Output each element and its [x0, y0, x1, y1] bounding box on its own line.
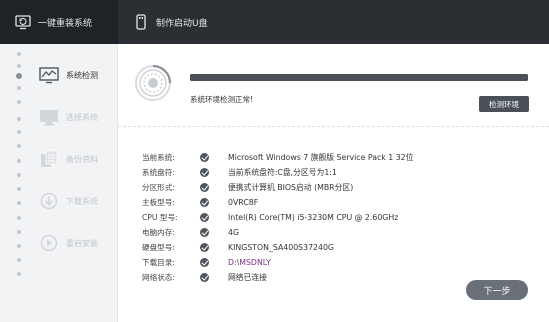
- top-bar: 一键重装系统 制作启动U盘: [0, 0, 549, 44]
- timeline-dot: [17, 117, 21, 121]
- timeline-dot: [17, 130, 21, 134]
- timeline-dot: [17, 173, 21, 177]
- info-value: 4G: [228, 227, 240, 237]
- section-divider: [118, 126, 549, 127]
- check-ok-icon: [200, 272, 209, 282]
- timeline-dot: [17, 187, 21, 191]
- sidebar-step-backup[interactable]: 备份资料: [38, 148, 98, 170]
- timeline-dot-current: [16, 73, 22, 79]
- info-value: 0VRC8F: [228, 197, 259, 207]
- info-row-network: 网络状态: 网络已连接: [142, 270, 267, 284]
- restart-icon: [38, 234, 60, 252]
- timeline-dot: [17, 272, 21, 276]
- info-value: 网络已连接: [228, 272, 267, 282]
- next-step-button[interactable]: 下一步: [466, 280, 528, 300]
- sidebar: 系统检测 选择系统 备份资料 下载系统 重启安装: [0, 44, 118, 322]
- tab-usb-label: 制作启动U盘: [156, 18, 208, 29]
- check-ok-icon: [200, 167, 209, 177]
- timeline-dot: [17, 64, 21, 68]
- sidebar-step-label: 选择系统: [66, 112, 98, 122]
- info-key: 网络状态:: [142, 272, 175, 282]
- download-dir-link[interactable]: D:\MSDNLY: [228, 258, 271, 267]
- info-value: 便携式计算机 BIOS启动 (MBR分区): [228, 182, 354, 192]
- monitor-restore-icon: [14, 13, 32, 31]
- timeline-dot: [17, 144, 21, 148]
- info-value: 当前系统盘符:C盘,分区号为1:1: [228, 167, 337, 177]
- check-ok-icon: [200, 152, 209, 162]
- timeline-dot: [17, 244, 21, 248]
- info-key: 硬盘型号:: [142, 242, 175, 252]
- check-ok-icon: [200, 182, 209, 192]
- info-key: 电脑内存:: [142, 227, 175, 237]
- tab-reinstall-system[interactable]: 一键重装系统: [0, 0, 118, 44]
- download-icon: [38, 192, 60, 210]
- check-ok-icon: [200, 212, 209, 222]
- documents-icon: [38, 150, 60, 168]
- info-value: Intel(R) Core(TM) i5-3230M CPU @ 2.60GHz: [228, 212, 399, 222]
- info-key: 下载目录:: [142, 257, 175, 267]
- usb-drive-icon: [132, 13, 150, 31]
- info-key: 主板型号:: [142, 197, 175, 207]
- monitor-chart-icon: [38, 66, 60, 84]
- desktop-icon: [38, 108, 60, 126]
- check-environment-button[interactable]: 检测环境: [479, 96, 529, 112]
- sidebar-step-label: 重启安装: [66, 238, 98, 248]
- tab-make-usb[interactable]: 制作启动U盘: [132, 0, 262, 44]
- main-panel: 系统环境检测正常! 检测环境 当前系统: Microsoft Windows 7…: [118, 44, 549, 322]
- info-value: KINGSTON_SA400S37240G: [228, 242, 334, 252]
- detection-progress-fill: [190, 74, 528, 81]
- sidebar-step-download[interactable]: 下载系统: [38, 190, 98, 212]
- info-key: 当前系统:: [142, 152, 175, 162]
- info-key: CPU 型号:: [142, 212, 178, 222]
- sidebar-step-select-system[interactable]: 选择系统: [38, 106, 98, 128]
- check-ok-icon: [200, 227, 209, 237]
- timeline-dot: [17, 201, 21, 205]
- sidebar-step-system-check[interactable]: 系统检测: [38, 64, 98, 86]
- scan-progress-icon: [134, 64, 172, 102]
- timeline-dot: [17, 230, 21, 234]
- tab-reinstall-label: 一键重装系统: [38, 18, 93, 29]
- info-row-disk: 硬盘型号: KINGSTON_SA400S37240G: [142, 240, 334, 254]
- info-key: 分区形式:: [142, 182, 175, 192]
- check-ok-icon: [200, 197, 209, 207]
- sidebar-step-label: 系统检测: [66, 70, 98, 80]
- sidebar-step-label: 备份资料: [66, 154, 98, 164]
- detection-progress-bar: [190, 74, 528, 81]
- info-row-partition-type: 分区形式: 便携式计算机 BIOS启动 (MBR分区): [142, 180, 353, 194]
- info-key: 系统盘符:: [142, 167, 175, 177]
- environment-status-text: 系统环境检测正常!: [190, 95, 254, 104]
- timeline-dot: [17, 86, 21, 90]
- info-row-current-system: 当前系统: Microsoft Windows 7 旗舰版 Service Pa…: [142, 150, 413, 164]
- sidebar-step-label: 下载系统: [66, 196, 98, 206]
- check-ok-icon: [200, 242, 209, 252]
- sidebar-step-restart-install[interactable]: 重启安装: [38, 232, 98, 254]
- timeline-dot: [17, 216, 21, 220]
- timeline-dot: [17, 258, 21, 262]
- info-value: Microsoft Windows 7 旗舰版 Service Pack 1 3…: [228, 152, 414, 162]
- info-row-download-dir: 下载目录: D:\MSDNLY: [142, 255, 271, 269]
- info-row-motherboard: 主板型号: 0VRC8F: [142, 195, 258, 209]
- timeline-dot: [17, 100, 21, 104]
- timeline-dot: [17, 159, 21, 163]
- timeline-dot: [17, 52, 21, 56]
- check-ok-icon: [200, 257, 209, 267]
- info-row-cpu: CPU 型号: Intel(R) Core(TM) i5-3230M CPU @…: [142, 210, 398, 224]
- info-row-memory: 电脑内存: 4G: [142, 225, 239, 239]
- info-row-system-drive: 系统盘符: 当前系统盘符:C盘,分区号为1:1: [142, 165, 337, 179]
